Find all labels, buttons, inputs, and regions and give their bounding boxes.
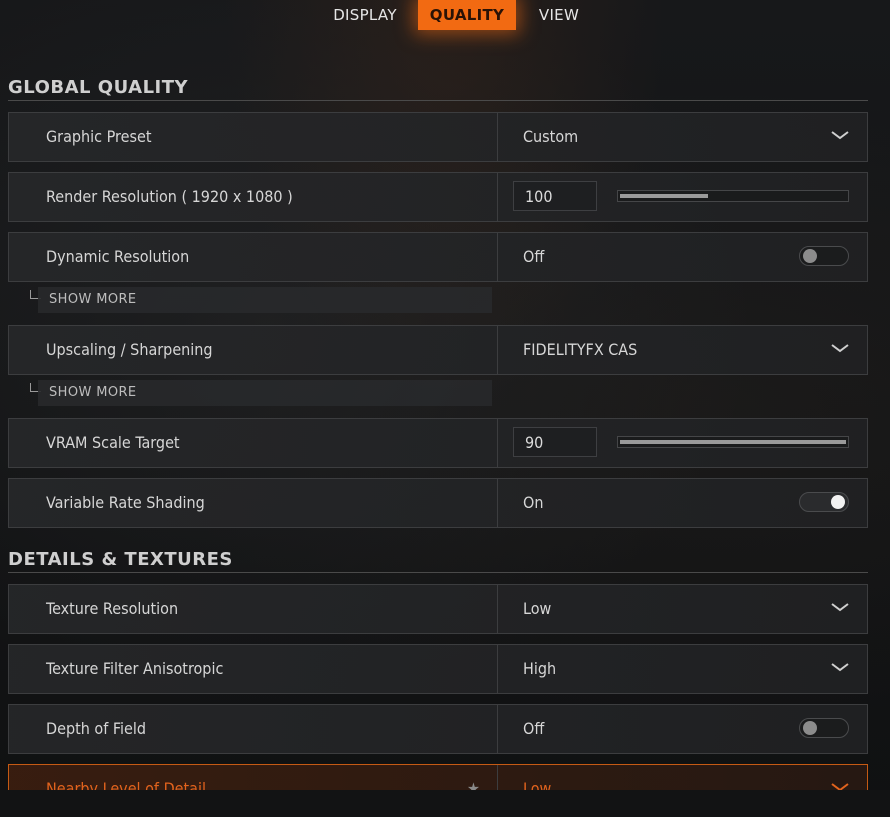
divider	[497, 479, 498, 527]
render-resolution-slider[interactable]	[617, 190, 849, 202]
setting-depth-of-field[interactable]: Depth of Field Off	[8, 704, 868, 754]
dropdown-value[interactable]: Low	[523, 585, 551, 633]
setting-dynamic-resolution[interactable]: Dynamic Resolution Off	[8, 232, 868, 282]
vram-scale-input[interactable]: 90	[513, 427, 597, 457]
dropdown-value[interactable]: Custom	[523, 113, 578, 161]
chevron-down-icon[interactable]	[831, 128, 849, 142]
divider	[497, 585, 498, 633]
dynamic-resolution-toggle[interactable]	[799, 246, 849, 266]
setting-variable-rate-shading[interactable]: Variable Rate Shading On	[8, 478, 868, 528]
section-title-details-textures: DETAILS & TEXTURES	[8, 549, 868, 573]
divider	[497, 113, 498, 161]
setting-label: VRAM Scale Target	[46, 433, 180, 452]
setting-render-resolution[interactable]: Render Resolution ( 1920 x 1080 ) 100	[8, 172, 868, 222]
setting-upscaling-sharpening[interactable]: Upscaling / Sharpening FIDELITYFX CAS	[8, 325, 868, 375]
toggle-knob	[803, 721, 817, 735]
divider	[497, 326, 498, 374]
setting-label: Texture Resolution	[46, 599, 179, 618]
slider-fill	[620, 194, 708, 198]
scroll-clip	[0, 790, 890, 817]
variable-rate-shading-toggle[interactable]	[799, 492, 849, 512]
setting-texture-resolution[interactable]: Texture Resolution Low	[8, 584, 868, 634]
divider	[497, 419, 498, 467]
show-more-dynamic-resolution[interactable]: SHOW MORE	[38, 287, 492, 313]
chevron-down-icon[interactable]	[831, 600, 849, 614]
tab-bar: DISPLAY QUALITY VIEW	[0, 0, 890, 32]
vram-scale-slider[interactable]	[617, 436, 849, 448]
show-more-upscaling[interactable]: SHOW MORE	[38, 380, 492, 406]
setting-vram-scale-target[interactable]: VRAM Scale Target 90	[8, 418, 868, 468]
divider	[497, 645, 498, 693]
tab-quality[interactable]: QUALITY	[418, 0, 516, 30]
setting-label: Dynamic Resolution	[46, 247, 190, 266]
section-title-global-quality: GLOBAL QUALITY	[8, 77, 868, 101]
depth-of-field-toggle[interactable]	[799, 718, 849, 738]
setting-label: Render Resolution ( 1920 x 1080 )	[46, 187, 293, 206]
setting-graphic-preset[interactable]: Graphic Preset Custom	[8, 112, 868, 162]
tab-view[interactable]: VIEW	[532, 0, 586, 30]
setting-label: Depth of Field	[46, 719, 146, 738]
toggle-knob	[803, 249, 817, 263]
setting-label: Variable Rate Shading	[46, 493, 205, 512]
divider	[497, 705, 498, 753]
divider	[497, 233, 498, 281]
dropdown-value[interactable]: High	[523, 645, 556, 693]
dropdown-value[interactable]: FIDELITYFX CAS	[523, 326, 637, 374]
toggle-knob	[831, 495, 845, 509]
setting-label: Graphic Preset	[46, 127, 152, 146]
render-resolution-input[interactable]: 100	[513, 181, 597, 211]
toggle-value: On	[523, 493, 544, 512]
tab-display[interactable]: DISPLAY	[330, 0, 400, 30]
setting-label: Texture Filter Anisotropic	[46, 659, 224, 678]
chevron-down-icon[interactable]	[831, 660, 849, 674]
setting-texture-filter-anisotropic[interactable]: Texture Filter Anisotropic High	[8, 644, 868, 694]
setting-label: Upscaling / Sharpening	[46, 340, 213, 359]
slider-fill	[620, 440, 846, 444]
chevron-down-icon[interactable]	[831, 341, 849, 355]
toggle-value: Off	[523, 719, 545, 738]
toggle-value: Off	[523, 247, 545, 266]
divider	[497, 173, 498, 221]
